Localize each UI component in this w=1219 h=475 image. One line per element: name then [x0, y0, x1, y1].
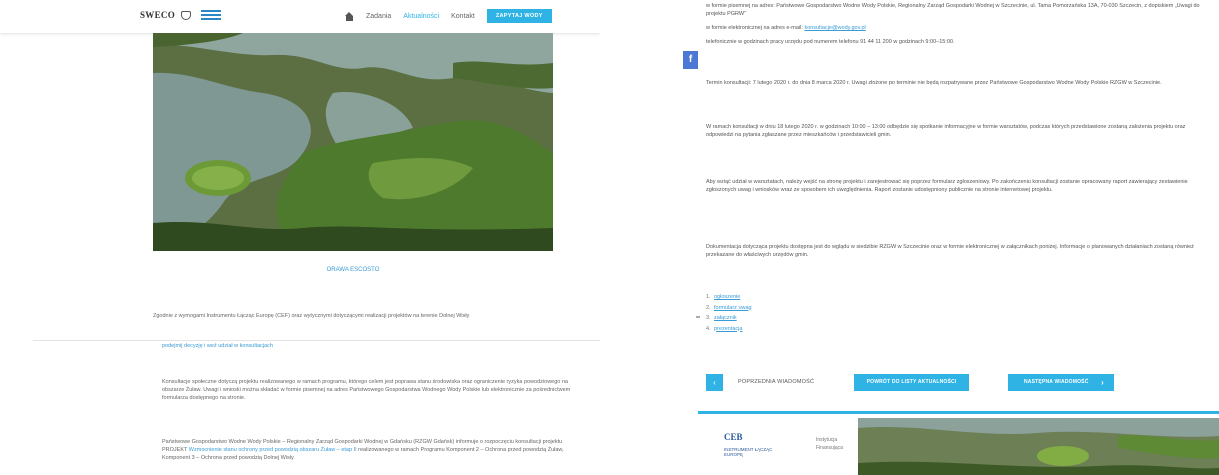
facebook-share-icon[interactable]: f — [683, 51, 698, 69]
footer-line: Finansująca — [816, 445, 843, 451]
article-page-right: w formie pisemnej na adres: Państwowe Go… — [610, 0, 1219, 475]
attachments-list: 1. ogłoszenie 2. formularz uwag 3. załączni… — [706, 292, 752, 334]
email-link[interactable]: konsultacje@wody.gov.pl — [804, 25, 865, 31]
attachment-link[interactable]: ogłoszenie — [714, 294, 740, 300]
chevron-right-icon: › — [1101, 378, 1104, 387]
nav-link-kontakt[interactable]: Kontakt — [451, 13, 475, 20]
attachment-link[interactable]: prezentacja — [714, 326, 742, 332]
side-marker — [696, 316, 700, 318]
article-page-left: SWECO Zadania Aktualności Kontakt ZAPYTA… — [0, 0, 600, 475]
list-item: 1. ogłoszenie — [706, 292, 752, 303]
logo-text: SWECO — [140, 10, 176, 20]
site-footer: CEB INSTRUMENT ŁĄCZĄC EUROPĘ Instytucja … — [698, 411, 1219, 475]
attachment-link[interactable]: formularz uwag — [714, 305, 752, 311]
consultation-paragraph: Konsultacje społeczne dotyczą projektu r… — [162, 379, 571, 401]
documentation-paragraph: Dokumentacja dotycząca projektu dostępna… — [706, 244, 1194, 258]
next-news-button[interactable]: NASTĘPNA WIADOMOŚĆ › — [1008, 374, 1114, 391]
nav-links: Zadania Aktualności Kontakt ZAPYTAJ WODY — [345, 9, 552, 23]
photo-caption: ORAWA ESCOSTO — [326, 267, 380, 273]
deadline-paragraph: Termin konsultacji: 7 lutego 2020 r. do … — [706, 80, 1162, 86]
home-icon[interactable] — [345, 11, 354, 21]
previous-arrow-icon[interactable]: ‹ — [706, 374, 723, 391]
bullet-text: w formie pisemnej na adres: Państwowe Go… — [706, 3, 1200, 17]
meeting-paragraph: W ramach konsultacji w dniu 18 lutego 20… — [706, 124, 1186, 138]
top-navigation: SWECO Zadania Aktualności Kontakt ZAPYTA… — [0, 0, 600, 33]
bullet-text: w formie elektronicznej na adres e-mail: — [706, 25, 803, 31]
section-divider — [33, 340, 600, 341]
logo-mark-icon — [181, 10, 192, 20]
list-item: w formie pisemnej na adres: Państwowe Go… — [706, 2, 1206, 18]
project-link[interactable]: Wzmocnienie stanu ochrony przed powodzią… — [189, 447, 357, 453]
ask-water-button[interactable]: ZAPYTAJ WODY — [486, 9, 552, 23]
ceb-brand-sub: INSTRUMENT ŁĄCZĄC EUROPĘ — [724, 447, 773, 457]
list-item: 4. prezentacja — [706, 324, 752, 335]
intro-paragraph: Zgodnie z wymogami Instrumentu Łącząc Eu… — [153, 313, 470, 319]
footer-institution: Instytucja Finansująca — [816, 436, 843, 452]
next-news-label: NASTĘPNA WIADOMOŚĆ — [1024, 379, 1089, 385]
aerial-lake-photo — [153, 33, 553, 251]
nav-link-aktualnosci[interactable]: Aktualności — [403, 13, 439, 20]
partner-logo-icon — [201, 10, 222, 20]
list-item: w formie elektronicznej na adres e-mail:… — [706, 24, 1206, 32]
list-item: 3. załącznik — [706, 313, 752, 324]
attachment-number: 2. — [706, 304, 711, 311]
previous-news-link[interactable]: POPRZEDNIA WIADOMOŚĆ — [738, 379, 814, 385]
ceb-brand: CEB — [724, 432, 743, 442]
registration-paragraph: Aby wziąć udział w warsztatach, należy w… — [706, 179, 1188, 193]
site-logo[interactable]: SWECO — [140, 10, 222, 20]
consultation-link[interactable]: podejmij decyzję i weź udział w konsulta… — [162, 343, 273, 349]
attachment-number: 1. — [706, 294, 711, 300]
attachment-number: 3. — [706, 315, 711, 321]
aerial-photo-drawing — [153, 33, 553, 251]
ceb-logo[interactable]: CEB INSTRUMENT ŁĄCZĄC EUROPĘ — [724, 432, 784, 457]
attachment-number: 4. — [706, 325, 711, 332]
submission-methods-list: w formie pisemnej na adres: Państwowe Go… — [706, 2, 1206, 52]
bullet-text: telefonicznie w godzinach pracy urzędu p… — [706, 39, 955, 45]
footer-line: Instytucja — [816, 437, 838, 443]
list-item: 2. formularz uwag — [706, 303, 752, 314]
attachment-link[interactable]: załącznik — [714, 315, 737, 321]
footer-banner-photo — [858, 418, 1219, 475]
nav-link-zadania[interactable]: Zadania — [366, 13, 391, 20]
back-to-news-button[interactable]: POWRÓT DO LISTY AKTUALNOŚCI — [854, 374, 969, 391]
footer-photo-drawing — [858, 418, 1219, 475]
project-paragraph: Państwowe Gospodarstwo Wodne Wody Polski… — [162, 438, 582, 462]
list-item: telefonicznie w godzinach pracy urzędu p… — [706, 38, 1206, 46]
